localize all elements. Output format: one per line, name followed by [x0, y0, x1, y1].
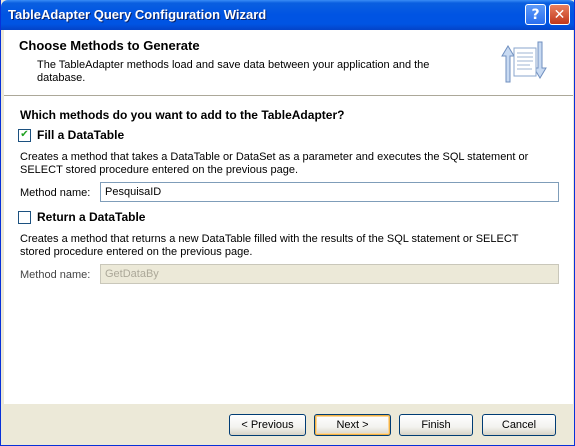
help-button[interactable]: ?	[525, 4, 546, 25]
fill-method-name-label: Method name:	[20, 187, 91, 199]
close-button[interactable]: ✕	[549, 4, 570, 25]
close-icon: ✕	[553, 6, 566, 23]
wizard-header: Choose Methods to Generate The TableAdap…	[4, 30, 573, 96]
finish-button[interactable]: Finish	[399, 414, 473, 436]
wizard-window: TableAdapter Query Configuration Wizard …	[0, 0, 575, 446]
check-icon: ✔	[20, 129, 29, 140]
help-icon: ?	[531, 6, 540, 23]
cancel-button[interactable]: Cancel	[482, 414, 556, 436]
window-title: TableAdapter Query Configuration Wizard	[8, 7, 267, 22]
next-button[interactable]: Next >	[314, 414, 391, 436]
fill-datatable-description: Creates a method that takes a DataTable …	[20, 151, 529, 176]
fill-datatable-option[interactable]: ✔ Fill a DataTable	[18, 128, 124, 142]
fill-method-name-input[interactable]: PesquisaID	[100, 182, 559, 202]
title-bar[interactable]: TableAdapter Query Configuration Wizard …	[1, 0, 574, 30]
wizard-content: Which methods do you want to add to the …	[4, 96, 573, 404]
fill-datatable-checkbox[interactable]: ✔	[18, 128, 31, 142]
wizard-banner-icon	[501, 41, 547, 83]
return-datatable-label[interactable]: Return a DataTable	[37, 210, 145, 224]
return-method-name-label: Method name:	[20, 269, 91, 281]
return-datatable-option[interactable]: Return a DataTable	[18, 210, 145, 224]
previous-button[interactable]: < Previous	[229, 414, 306, 436]
return-datatable-description: Creates a method that returns a new Data…	[20, 233, 519, 258]
page-title: Choose Methods to Generate	[19, 38, 200, 53]
fill-datatable-label[interactable]: Fill a DataTable	[37, 128, 124, 142]
methods-question: Which methods do you want to add to the …	[20, 108, 345, 122]
return-datatable-checkbox[interactable]	[18, 210, 31, 224]
page-description: The TableAdapter methods load and save d…	[37, 59, 430, 84]
return-method-name-input: GetDataBy	[100, 264, 559, 284]
wizard-footer: < Previous Next > Finish Cancel	[4, 404, 573, 444]
